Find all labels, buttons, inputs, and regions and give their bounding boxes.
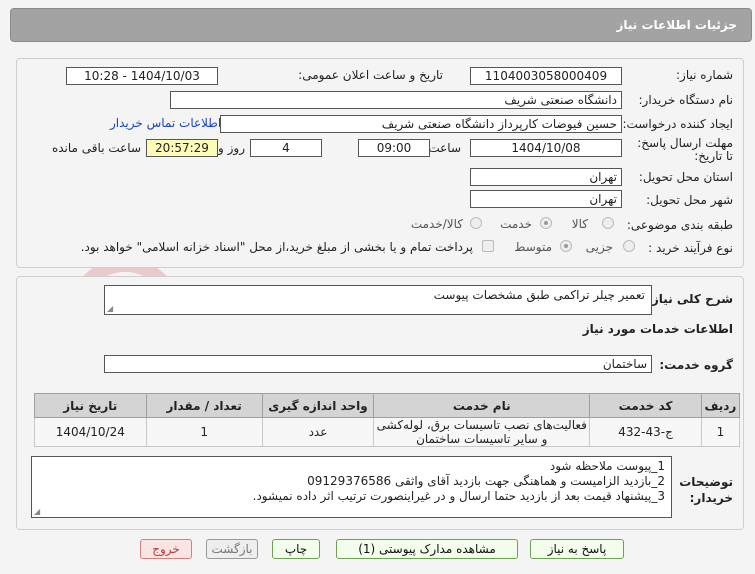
- remaining-time-field: 20:57:29: [146, 139, 218, 157]
- services-info-heading: اطلاعات خدمات مورد نیاز: [582, 322, 733, 336]
- city-label: شهر محل تحویل:: [646, 193, 733, 207]
- treasury-checkbox[interactable]: [482, 240, 494, 252]
- creator-field: حسین فیوضات کارپرداز دانشگاه صنعتی شریف: [220, 115, 622, 133]
- buyer-org-label: نام دستگاه خریدار:: [638, 93, 734, 107]
- process-option-minor: جزیی: [585, 240, 613, 254]
- buyer-note-line: 1_پیوست ملاحظه شود: [549, 459, 665, 473]
- col-service-name: نام خدمت: [373, 393, 591, 418]
- process-radio-medium[interactable]: [560, 240, 572, 252]
- col-service-code: کد خدمت: [589, 393, 702, 418]
- buyer-notes-label: توضیحات خریدار:: [679, 475, 733, 505]
- cell-service-name: فعالیت‌های نصب تاسیسات برق، لوله‌کشی و س…: [373, 417, 591, 447]
- treasury-note: پرداخت تمام و یا بخشی از مبلغ خرید،از مح…: [80, 240, 473, 254]
- cell-need-date: 1404/10/24: [34, 417, 147, 447]
- general-desc-text: تعمیر چیلر تراکمی طبق مشخصات پیوست: [433, 288, 645, 302]
- back-button[interactable]: بازگشت: [206, 539, 258, 559]
- reply-button[interactable]: پاسخ به نیاز: [530, 539, 624, 559]
- announce-datetime-label: تاریخ و ساعت اعلان عمومی:: [298, 68, 443, 82]
- need-number-field: 1104003058000409: [470, 67, 622, 85]
- contact-buyer-link[interactable]: اطلاعات تماس خریدار: [110, 116, 221, 130]
- category-label: طبقه بندی موضوعی:: [626, 218, 733, 232]
- col-unit: واحد اندازه گیری: [261, 393, 375, 418]
- resize-grip-icon[interactable]: ◢: [107, 305, 113, 313]
- days-field: 4: [250, 139, 322, 157]
- print-button[interactable]: چاپ: [272, 539, 320, 559]
- general-desc-label: شرح کلی نیاز:: [647, 292, 733, 306]
- announce-datetime-field: 1404/10/03 - 10:28: [66, 67, 218, 85]
- category-option-goods-service: کالا/خدمت: [410, 217, 463, 231]
- deadline-time-field: 09:00: [358, 139, 430, 157]
- process-type-label: نوع فرآیند خرید :: [648, 241, 733, 255]
- need-number-label: شماره نیاز:: [676, 68, 733, 82]
- province-field: تهران: [470, 168, 622, 186]
- hour-label: ساعت: [428, 141, 461, 155]
- deadline-label: مهلت ارسال پاسخ: تا تاریخ:: [637, 136, 733, 163]
- cell-unit: عدد: [261, 417, 375, 447]
- info-panel: [16, 58, 744, 268]
- deadline-date-field: 1404/10/08: [470, 139, 622, 157]
- col-need-date: تاریخ نیاز: [34, 393, 147, 418]
- day-and-label: روز و: [218, 141, 245, 155]
- cell-quantity: 1: [145, 417, 263, 447]
- cell-row-number: 1: [700, 417, 741, 447]
- buyer-note-line: 2_بازدید الزامیست و هماهنگی جهت بازدید آ…: [307, 474, 665, 488]
- process-option-medium: متوسط: [514, 240, 552, 254]
- service-group-field: ساختمان: [104, 355, 652, 373]
- process-radio-minor[interactable]: [623, 240, 635, 252]
- col-quantity: تعداد / مقدار: [145, 393, 263, 418]
- title-bar: جزئیات اطلاعات نیاز: [10, 8, 752, 42]
- resize-grip-icon[interactable]: ◢: [34, 508, 40, 516]
- category-radio-goods[interactable]: [602, 217, 614, 229]
- buyer-note-line: 3_پیشنهاد قیمت بعد از بازدید حتما ارسال …: [252, 489, 665, 503]
- category-radio-goods-service[interactable]: [470, 217, 482, 229]
- category-radio-service[interactable]: [540, 217, 552, 229]
- remaining-label: ساعت باقی مانده: [51, 141, 141, 155]
- category-option-goods: کالا: [571, 217, 588, 231]
- page-title: جزئیات اطلاعات نیاز: [616, 18, 737, 32]
- services-table: ردیف کد خدمت نام خدمت واحد اندازه گیری ت…: [34, 393, 741, 447]
- category-option-service: خدمت: [500, 217, 532, 231]
- table-row: 1 ج-43-432 فعالیت‌های نصب تاسیسات برق، ل…: [34, 417, 741, 447]
- table-header-row: ردیف کد خدمت نام خدمت واحد اندازه گیری ت…: [34, 393, 741, 418]
- cell-service-code: ج-43-432: [589, 417, 702, 447]
- view-attachments-button[interactable]: مشاهده مدارک پیوستی (1): [336, 539, 518, 559]
- buyer-org-field: دانشگاه صنعتی شریف: [170, 91, 622, 109]
- service-group-label: گروه خدمت:: [659, 358, 733, 372]
- creator-label: ایجاد کننده درخواست:: [622, 117, 733, 131]
- buyer-notes-box: 1_پیوست ملاحظه شود 2_بازدید الزامیست و ه…: [31, 456, 672, 518]
- province-label: استان محل تحویل:: [638, 170, 733, 184]
- col-row-number: ردیف: [700, 393, 741, 418]
- city-field: تهران: [470, 190, 622, 208]
- general-desc-box: تعمیر چیلر تراکمی طبق مشخصات پیوست ◢: [104, 285, 652, 315]
- exit-button[interactable]: خروج: [140, 539, 192, 559]
